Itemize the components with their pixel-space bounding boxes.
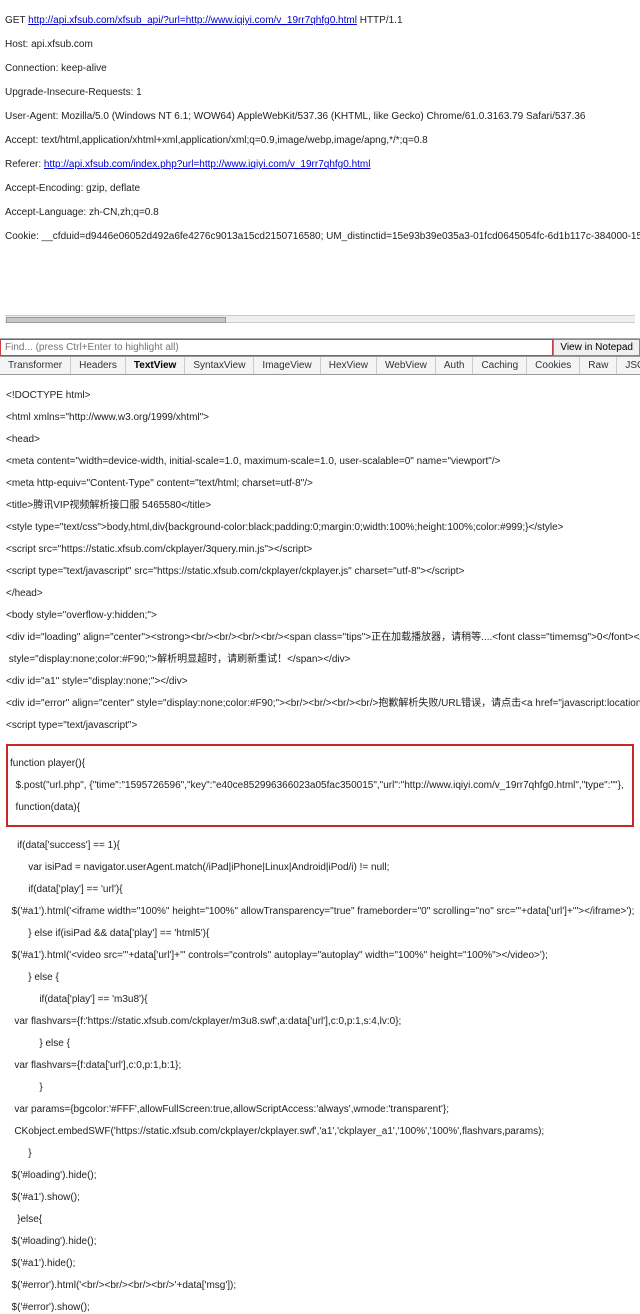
tab-hexview[interactable]: HexView xyxy=(321,357,377,374)
highlighted-block: function player(){ $.post("url.php", {"t… xyxy=(6,744,634,827)
tab-textview[interactable]: TextView xyxy=(126,357,185,374)
referer-link[interactable]: http://api.xfsub.com/index.php?url=http:… xyxy=(44,159,371,170)
tab-raw[interactable]: Raw xyxy=(580,357,617,374)
tab-headers[interactable]: Headers xyxy=(71,357,126,374)
tab-bar: Transformer Headers TextView SyntaxView … xyxy=(0,357,640,375)
tab-webview[interactable]: WebView xyxy=(377,357,436,374)
horizontal-scrollbar[interactable] xyxy=(5,315,635,323)
view-in-notepad-button[interactable]: View in Notepad xyxy=(553,339,640,356)
tab-json[interactable]: JSON xyxy=(617,357,640,374)
tab-caching[interactable]: Caching xyxy=(473,357,527,374)
tab-cookies[interactable]: Cookies xyxy=(527,357,580,374)
url-link[interactable]: http://api.xfsub.com/xfsub_api/?url=http… xyxy=(28,15,357,26)
tab-auth[interactable]: Auth xyxy=(436,357,474,374)
request-headers: GET http://api.xfsub.com/xfsub_api/?url=… xyxy=(0,0,640,339)
tab-syntaxview[interactable]: SyntaxView xyxy=(185,357,254,374)
tab-transformer[interactable]: Transformer xyxy=(0,357,71,374)
tab-imageview[interactable]: ImageView xyxy=(254,357,320,374)
find-input[interactable] xyxy=(0,339,553,356)
response-body: <!DOCTYPE html> <html xmlns="http://www.… xyxy=(0,375,640,1314)
